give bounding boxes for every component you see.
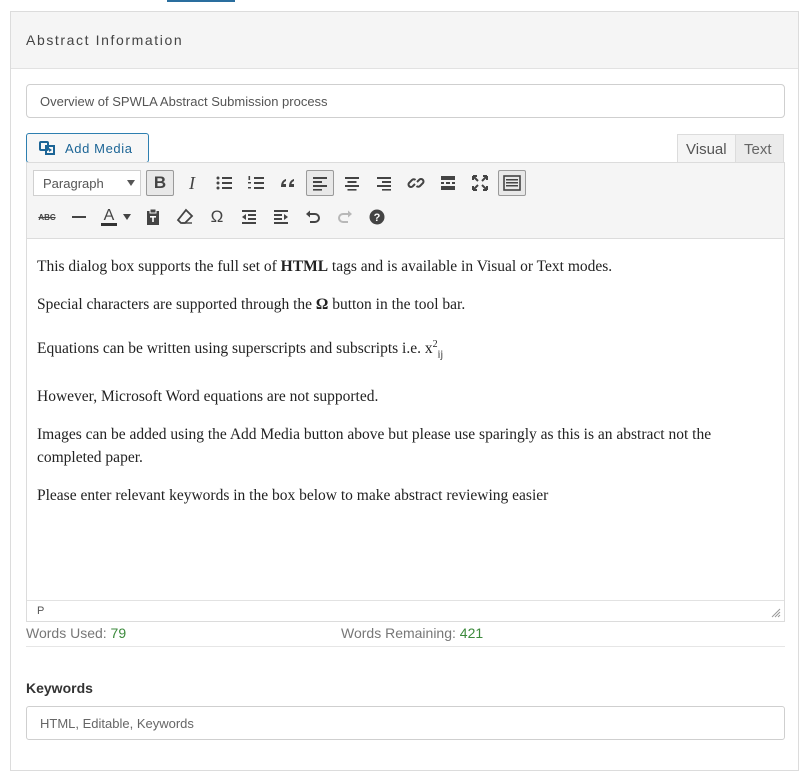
numbered-list-button[interactable]: [242, 170, 270, 196]
words-remaining: Words Remaining: 421: [341, 625, 483, 641]
numbered-list-icon: [248, 176, 264, 189]
blockquote-button[interactable]: [274, 170, 302, 196]
element-path[interactable]: P: [37, 605, 44, 617]
special-character-button[interactable]: Ω: [203, 204, 231, 230]
keywords-label: Keywords: [26, 680, 93, 696]
bold-icon: B: [153, 173, 167, 192]
words-remaining-value: 421: [459, 625, 484, 641]
align-left-button[interactable]: [306, 170, 334, 196]
help-icon: ?: [369, 209, 385, 225]
toolbar-row-1: Paragraph B I: [33, 170, 530, 196]
format-select[interactable]: Paragraph: [33, 170, 141, 196]
special-character-icon: Ω: [210, 207, 224, 226]
align-center-button[interactable]: [338, 170, 366, 196]
content-paragraph: Please enter relevant keywords in the bo…: [37, 487, 549, 505]
link-icon: [407, 178, 425, 188]
undo-icon: [306, 210, 320, 223]
content-bold-text: Ω: [315, 296, 329, 313]
align-center-icon: [345, 177, 359, 191]
blockquote-icon: [281, 179, 294, 187]
format-select-value: Paragraph: [43, 175, 104, 191]
editor-mode-tabs: Visual Text: [677, 134, 784, 162]
svg-text:?: ?: [374, 212, 381, 224]
editor-content[interactable]: This dialog box supports the full set of…: [27, 239, 784, 601]
content-paragraph: This dialog box supports the full set of…: [37, 255, 774, 278]
paste-as-text-icon: [147, 208, 159, 225]
clear-formatting-button[interactable]: [171, 204, 199, 230]
tab-visual[interactable]: Visual: [677, 134, 736, 162]
text-color-swatch: [101, 223, 117, 226]
content-text: Special characters are supported through…: [37, 296, 316, 313]
help-button[interactable]: ?: [363, 204, 391, 230]
clear-formatting-icon: [176, 208, 194, 224]
horizontal-line-icon: [72, 216, 86, 218]
fullscreen-icon: [472, 175, 488, 191]
chevron-down-icon: [127, 180, 135, 186]
bullet-list-icon: [216, 176, 232, 190]
resize-handle-icon[interactable]: [771, 608, 781, 618]
align-left-icon: [313, 177, 327, 191]
align-right-button[interactable]: [370, 170, 398, 196]
content-paragraph: Images can be added using the Add Media …: [37, 426, 712, 467]
top-tab-indicator: [167, 0, 235, 2]
bold-button[interactable]: B: [146, 170, 174, 196]
content-paragraph: Equations can be written using superscri…: [37, 333, 774, 366]
words-used-value: 79: [110, 625, 127, 641]
outdent-icon: [242, 210, 256, 224]
read-more-button[interactable]: [434, 170, 462, 196]
read-more-icon: [441, 176, 455, 190]
fullscreen-button[interactable]: [466, 170, 494, 196]
italic-button[interactable]: I: [178, 170, 206, 196]
panel-header: Abstract Information: [11, 12, 798, 69]
text-color-icon: A: [101, 208, 117, 226]
editor-toolbar: Paragraph B I ABC A Ω ?: [27, 163, 784, 239]
toolbar-row-2: ABC A Ω ?: [33, 204, 395, 230]
insert-link-button[interactable]: [402, 170, 430, 196]
redo-button[interactable]: [331, 204, 359, 230]
content-paragraph: Special characters are supported through…: [37, 293, 774, 316]
toolbar-toggle-button[interactable]: [498, 170, 526, 196]
abstract-information-panel: Abstract Information Overview of SPWLA A…: [10, 11, 799, 771]
strikethrough-icon: ABC: [38, 212, 56, 222]
panel-title: Abstract Information: [26, 32, 184, 48]
redo-icon: [338, 210, 352, 223]
add-media-label: Add Media: [65, 140, 133, 156]
abstract-title-input[interactable]: Overview of SPWLA Abstract Submission pr…: [26, 84, 785, 118]
rich-text-editor: Paragraph B I ABC A Ω ? This dialog box …: [26, 162, 785, 622]
text-color-glyph: A: [103, 207, 115, 224]
content-paragraph: However, Microsoft Word equations are no…: [37, 388, 379, 406]
words-remaining-label: Words Remaining:: [341, 625, 460, 641]
tab-text[interactable]: Text: [736, 134, 784, 162]
media-icon: [39, 141, 55, 155]
indent-button[interactable]: [267, 204, 295, 230]
words-used-label: Words Used:: [26, 625, 111, 641]
toolbar-toggle-icon: [503, 175, 521, 191]
content-text: tags and is available in Visual or Text …: [328, 258, 613, 275]
content-text: button in the tool bar.: [328, 296, 466, 313]
add-media-button[interactable]: Add Media: [26, 133, 149, 163]
content-bold-text: HTML: [280, 258, 329, 275]
words-used: Words Used: 79: [26, 625, 126, 641]
undo-button[interactable]: [299, 204, 327, 230]
keywords-input[interactable]: HTML, Editable, Keywords: [26, 706, 785, 740]
italic-icon: I: [189, 172, 195, 193]
outdent-button[interactable]: [235, 204, 263, 230]
strikethrough-button[interactable]: ABC: [33, 204, 61, 230]
content-text: This dialog box supports the full set of: [37, 258, 281, 275]
text-color-button[interactable]: A: [97, 204, 135, 230]
chevron-down-icon: [123, 214, 131, 220]
editor-statusbar: P: [27, 600, 784, 621]
horizontal-line-button[interactable]: [65, 204, 93, 230]
word-count-bar: Words Used: 79 Words Remaining: 421: [26, 625, 785, 647]
subscript-text: ij: [437, 349, 444, 361]
bullet-list-button[interactable]: [210, 170, 238, 196]
align-right-icon: [377, 177, 391, 191]
content-text: Equations can be written using superscri…: [37, 340, 433, 358]
indent-icon: [274, 210, 288, 224]
paste-as-text-button[interactable]: [139, 204, 167, 230]
